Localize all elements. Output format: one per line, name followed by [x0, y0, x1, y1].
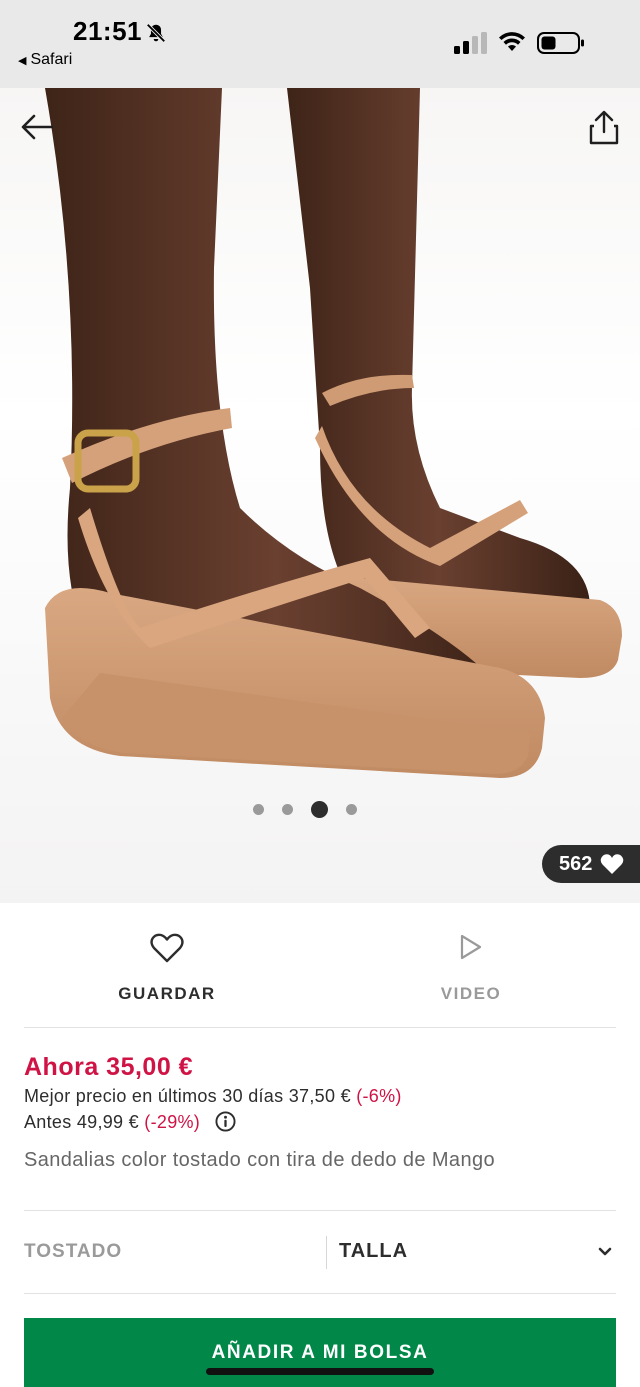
video-label: VIDEO [440, 984, 502, 1003]
carousel-dot[interactable] [253, 804, 264, 815]
info-icon[interactable] [215, 1111, 236, 1132]
current-price: Ahora 35,00 € [24, 1053, 194, 1081]
add-to-bag-button[interactable]: AÑADIR A MI BOLSA [24, 1318, 616, 1387]
variant-row: TOSTADO TALLA [0, 1211, 640, 1293]
video-button[interactable]: VIDEO [321, 903, 621, 1027]
chevron-down-icon [598, 1247, 612, 1256]
wifi-icon [499, 32, 525, 51]
previous-price-text: Antes 49,99 € [24, 1112, 145, 1132]
best-price-line: Mejor precio en últimos 30 días 37,50 € … [24, 1086, 402, 1107]
back-arrow-icon[interactable] [20, 112, 54, 142]
product-title: Sandalias color tostado con tira de dedo… [24, 1149, 496, 1171]
add-to-bag-label: AÑADIR A MI BOLSA [211, 1342, 429, 1363]
divider [24, 1027, 616, 1028]
best-price-discount: (-6%) [356, 1086, 402, 1106]
bell-slash-icon [146, 23, 166, 43]
status-bar: 21:51 ◀ Safari [0, 0, 640, 88]
size-select[interactable]: TALLA [327, 1211, 616, 1293]
clock: 21:51 [73, 16, 142, 46]
divider [24, 1293, 616, 1294]
battery-icon [537, 32, 584, 54]
previous-price-discount: (-29%) [144, 1112, 201, 1132]
likes-count: 562 [559, 852, 593, 875]
play-icon [460, 934, 482, 960]
carousel-dot[interactable] [346, 804, 357, 815]
carousel-dot-active[interactable] [311, 801, 328, 818]
product-actions: GUARDAR VIDEO [0, 903, 640, 1027]
best-price-text: Mejor precio en últimos 30 días 37,50 € [24, 1086, 357, 1106]
product-image-carousel[interactable]: 562 [0, 88, 640, 903]
colour-label: TOSTADO [24, 1241, 123, 1262]
cellular-signal-icon [454, 32, 487, 54]
heart-filled-icon [601, 854, 624, 874]
home-indicator[interactable] [206, 1368, 434, 1375]
size-select-label: TALLA [339, 1240, 409, 1262]
likes-badge: 562 [542, 845, 640, 883]
share-icon[interactable] [588, 110, 620, 146]
carousel-dot[interactable] [282, 804, 293, 815]
save-label: GUARDAR [118, 984, 216, 1003]
product-photo [45, 88, 622, 778]
back-to-app-link[interactable]: ◀ Safari [18, 51, 72, 69]
save-button[interactable]: GUARDAR [17, 903, 317, 1027]
carousel-indicators [0, 801, 625, 818]
back-app-label: Safari [30, 51, 73, 68]
previous-price-line: Antes 49,99 € (-29%) [24, 1111, 236, 1133]
heart-outline-icon [150, 933, 184, 963]
